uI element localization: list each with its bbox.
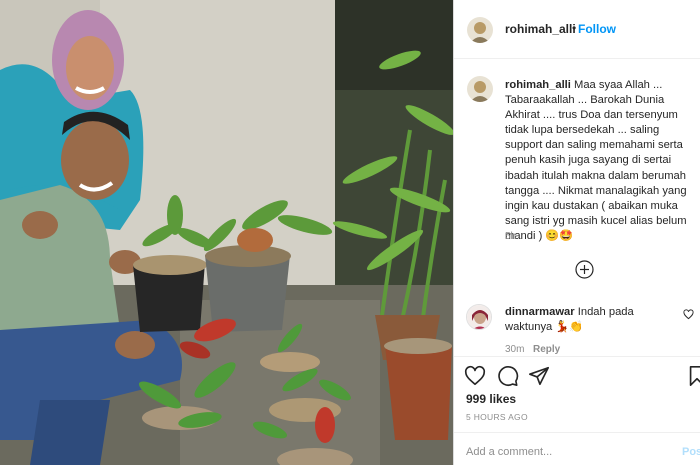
like-count[interactable]: 999 likes bbox=[466, 392, 516, 406]
post-photo[interactable] bbox=[0, 0, 453, 465]
instagram-post-window: rohimah_alli • Follow rohimah_alli Maa s… bbox=[0, 0, 700, 465]
avatar-image bbox=[467, 17, 493, 43]
follow-button[interactable]: Follow bbox=[578, 22, 616, 36]
author-avatar[interactable] bbox=[467, 17, 493, 43]
commenter-username[interactable]: dinnarmawar bbox=[505, 306, 575, 318]
comment-box-separator bbox=[454, 432, 700, 433]
caption-text: rohimah_alli Maa syaa Allah ... Tabaraak… bbox=[505, 78, 695, 244]
small-heart-icon[interactable] bbox=[683, 309, 694, 320]
commenter-avatar[interactable] bbox=[466, 304, 492, 330]
bookmark-icon[interactable] bbox=[686, 365, 700, 387]
caption-body: Maa syaa Allah ... Tabaraakallah ... Bar… bbox=[505, 79, 687, 242]
caption-time: 5h bbox=[505, 231, 517, 242]
comment-icon[interactable] bbox=[497, 365, 519, 387]
add-comment-input[interactable] bbox=[466, 446, 666, 458]
author-username[interactable]: rohimah_alli bbox=[505, 22, 576, 36]
avatar-image bbox=[467, 76, 493, 102]
post-header: rohimah_alli • Follow bbox=[454, 0, 700, 59]
header-separator: • bbox=[572, 21, 577, 35]
comment-time: 30m bbox=[505, 344, 525, 355]
avatar-image bbox=[467, 305, 491, 329]
caption-author-avatar[interactable] bbox=[467, 76, 493, 102]
action-bar bbox=[454, 360, 700, 392]
heart-icon[interactable] bbox=[464, 365, 486, 387]
post-timestamp: 5 HOURS AGO bbox=[466, 412, 528, 422]
plus-circle-icon[interactable] bbox=[575, 260, 594, 279]
actions-separator bbox=[454, 356, 700, 357]
comment-text: dinnarmawar Indah pada waktunya 💃👏 bbox=[505, 305, 675, 335]
post-side-panel: rohimah_alli • Follow rohimah_alli Maa s… bbox=[454, 0, 700, 465]
post-comment-button[interactable]: Post bbox=[682, 446, 700, 458]
caption-username[interactable]: rohimah_alli bbox=[505, 79, 571, 91]
reply-button[interactable]: Reply bbox=[533, 344, 560, 355]
photo-illustration bbox=[0, 0, 453, 465]
share-icon[interactable] bbox=[528, 365, 550, 387]
